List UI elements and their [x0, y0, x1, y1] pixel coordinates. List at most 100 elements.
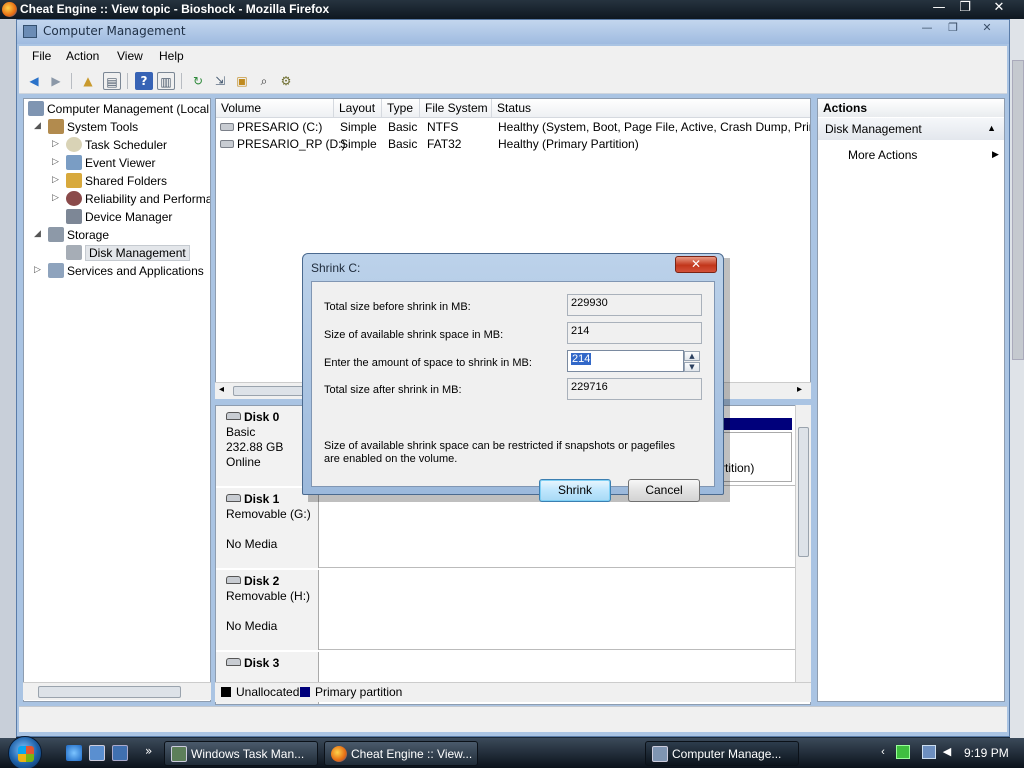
column-header-volume[interactable]: Volume [216, 99, 334, 118]
export-icon[interactable]: ⇲ [211, 72, 229, 90]
search-icon[interactable]: ⌕ [255, 72, 273, 90]
firefox-close-button[interactable]: ✕ [986, 0, 1012, 17]
internet-explorer-icon[interactable] [66, 745, 82, 761]
dialog-close-button[interactable]: ✕ [675, 256, 717, 273]
expand-arrow-icon[interactable]: ▷ [52, 138, 59, 149]
shrink-amount-value: 214 [571, 353, 592, 365]
spin-up-icon[interactable]: ▲ [684, 351, 700, 361]
tree-item-task-scheduler[interactable]: ▷ Task Scheduler [52, 137, 167, 155]
column-header-type[interactable]: Type [382, 99, 420, 118]
cm-minimize-button[interactable]: — [915, 20, 939, 37]
shrink-amount-stepper[interactable]: ▲ ▼ [684, 351, 702, 373]
legend-bar: Unallocated Primary partition [215, 682, 811, 702]
cm-restore-button[interactable]: ❐ [941, 20, 965, 37]
disk-state: No Media [226, 619, 278, 633]
tree-item-services-applications[interactable]: ▷ Services and Applications [34, 263, 204, 281]
collapse-arrow-icon[interactable]: ◢ [34, 120, 41, 131]
start-button[interactable] [8, 736, 42, 768]
disk-info: Disk 1 Removable (G:) No Media [216, 488, 319, 568]
toolbar-separator [71, 73, 72, 89]
windows-logo-icon [18, 746, 34, 762]
taskbar-button-computer-management[interactable]: Computer Manage... [645, 741, 799, 766]
taskbar-button-label: Cheat Engine :: View... [351, 747, 473, 761]
taskbar-button-label: Computer Manage... [672, 747, 782, 761]
drive-icon [220, 123, 234, 131]
tree-item-system-tools[interactable]: ◢ System Tools [34, 119, 138, 137]
menu-view[interactable]: View [117, 49, 143, 63]
taskbar-button-task-manager[interactable]: Windows Task Man... [164, 741, 318, 766]
menu-help[interactable]: Help [159, 49, 184, 63]
expand-arrow-icon[interactable]: ▷ [52, 192, 59, 203]
status-cell: Healthy (System, Boot, Page File, Active… [498, 120, 810, 134]
menu-file[interactable]: File [32, 49, 51, 63]
tree-item-disk-management[interactable]: Disk Management [66, 245, 190, 263]
cm-titlebar: Computer Management — ❐ ✕ [17, 20, 1009, 44]
disk-management-icon [66, 245, 82, 260]
network-icon[interactable] [922, 745, 936, 759]
disk-view-vertical-scrollbar[interactable] [795, 405, 811, 685]
firefox-scrollbar[interactable] [1012, 60, 1024, 360]
cm-close-button[interactable]: ✕ [969, 20, 1005, 37]
legend-swatch-unallocated [221, 687, 231, 697]
taskbar-button-firefox[interactable]: Cheat Engine :: View... [324, 741, 478, 766]
forward-arrow-icon[interactable]: ▶ [47, 72, 65, 90]
tree-item-storage[interactable]: ◢ Storage [34, 227, 109, 245]
firefox-minimize-button[interactable]: — [926, 0, 952, 17]
column-header-file-system[interactable]: File System [420, 99, 492, 118]
column-header-layout[interactable]: Layout [334, 99, 382, 118]
tree-item-shared-folders[interactable]: ▷ Shared Folders [52, 173, 167, 191]
menu-action[interactable]: Action [66, 49, 99, 63]
disk-row[interactable]: Disk 2 Removable (H:) No Media [216, 570, 796, 650]
spin-down-icon[interactable]: ▼ [684, 362, 700, 372]
actions-pane: Actions Disk Management ▲ More Actions ▶ [817, 98, 1005, 702]
tree-item-event-viewer[interactable]: ▷ Event Viewer [52, 155, 155, 173]
system-tray: ‹ ◀ 9:19 PM [872, 738, 1024, 768]
scrollbar-thumb[interactable] [38, 686, 181, 698]
show-hidden-icons-icon[interactable]: ‹ [876, 745, 890, 759]
tree-item-computer-management[interactable]: Computer Management (Local [28, 101, 209, 119]
layout-cell: Simple [340, 137, 377, 151]
tree-item-device-manager[interactable]: Device Manager [66, 209, 172, 227]
properties-icon[interactable]: ▥ [157, 72, 175, 90]
more-actions-item[interactable]: More Actions [848, 148, 917, 162]
firefox-restore-button[interactable]: ❐ [952, 0, 978, 17]
open-folder-icon[interactable]: ▣ [233, 72, 251, 90]
type-cell: Basic [388, 120, 418, 134]
switch-windows-icon[interactable] [112, 745, 128, 761]
dialog-note-line: Size of available shrink space can be re… [324, 440, 675, 452]
expand-arrow-icon[interactable]: ▷ [34, 264, 41, 275]
total-before-field: 229930 [567, 294, 702, 316]
back-arrow-icon[interactable]: ◀ [25, 72, 43, 90]
show-desktop-icon[interactable] [89, 745, 105, 761]
activity-icon[interactable] [896, 745, 910, 759]
quick-launch-more-icon[interactable]: » [145, 744, 152, 758]
scroll-right-icon[interactable]: ▸ [797, 384, 802, 395]
legend-swatch-primary [300, 687, 310, 697]
clock[interactable]: 9:19 PM [964, 746, 1009, 760]
expand-arrow-icon[interactable]: ▷ [52, 156, 59, 167]
scrollbar-thumb[interactable] [798, 427, 809, 557]
collapse-arrow-icon[interactable]: ◢ [34, 228, 41, 239]
taskbar: » Windows Task Man... Cheat Engine :: Vi… [0, 736, 1024, 768]
tree-horizontal-scrollbar[interactable] [23, 682, 211, 700]
collapse-arrow-icon[interactable]: ▲ [987, 123, 996, 133]
help-icon[interactable]: ? [135, 72, 153, 90]
more-actions-label: More Actions [848, 148, 918, 162]
cancel-button[interactable]: Cancel [628, 479, 700, 502]
refresh-icon[interactable]: ↻ [189, 72, 207, 90]
shrink-amount-input[interactable]: 214 [567, 350, 684, 372]
volume-icon[interactable]: ◀ [940, 745, 954, 759]
settings-icon[interactable]: ⚙ [277, 72, 295, 90]
tree-item-reliability[interactable]: ▷ Reliability and Performa [52, 191, 210, 209]
computer-management-icon [23, 25, 37, 38]
show-hide-console-tree-icon[interactable]: ▤ [103, 72, 121, 90]
column-header-status[interactable]: Status [492, 99, 810, 118]
taskbar-button-label: Windows Task Man... [191, 747, 305, 761]
expand-arrow-icon[interactable]: ▷ [52, 174, 59, 185]
actions-section-disk-management[interactable]: Disk Management ▲ [818, 118, 1004, 140]
up-folder-icon[interactable]: ▲ [79, 72, 97, 90]
event-viewer-icon [66, 155, 82, 170]
scroll-left-icon[interactable]: ◂ [219, 384, 224, 395]
shrink-button[interactable]: Shrink [539, 479, 611, 502]
clock-icon [66, 137, 82, 152]
